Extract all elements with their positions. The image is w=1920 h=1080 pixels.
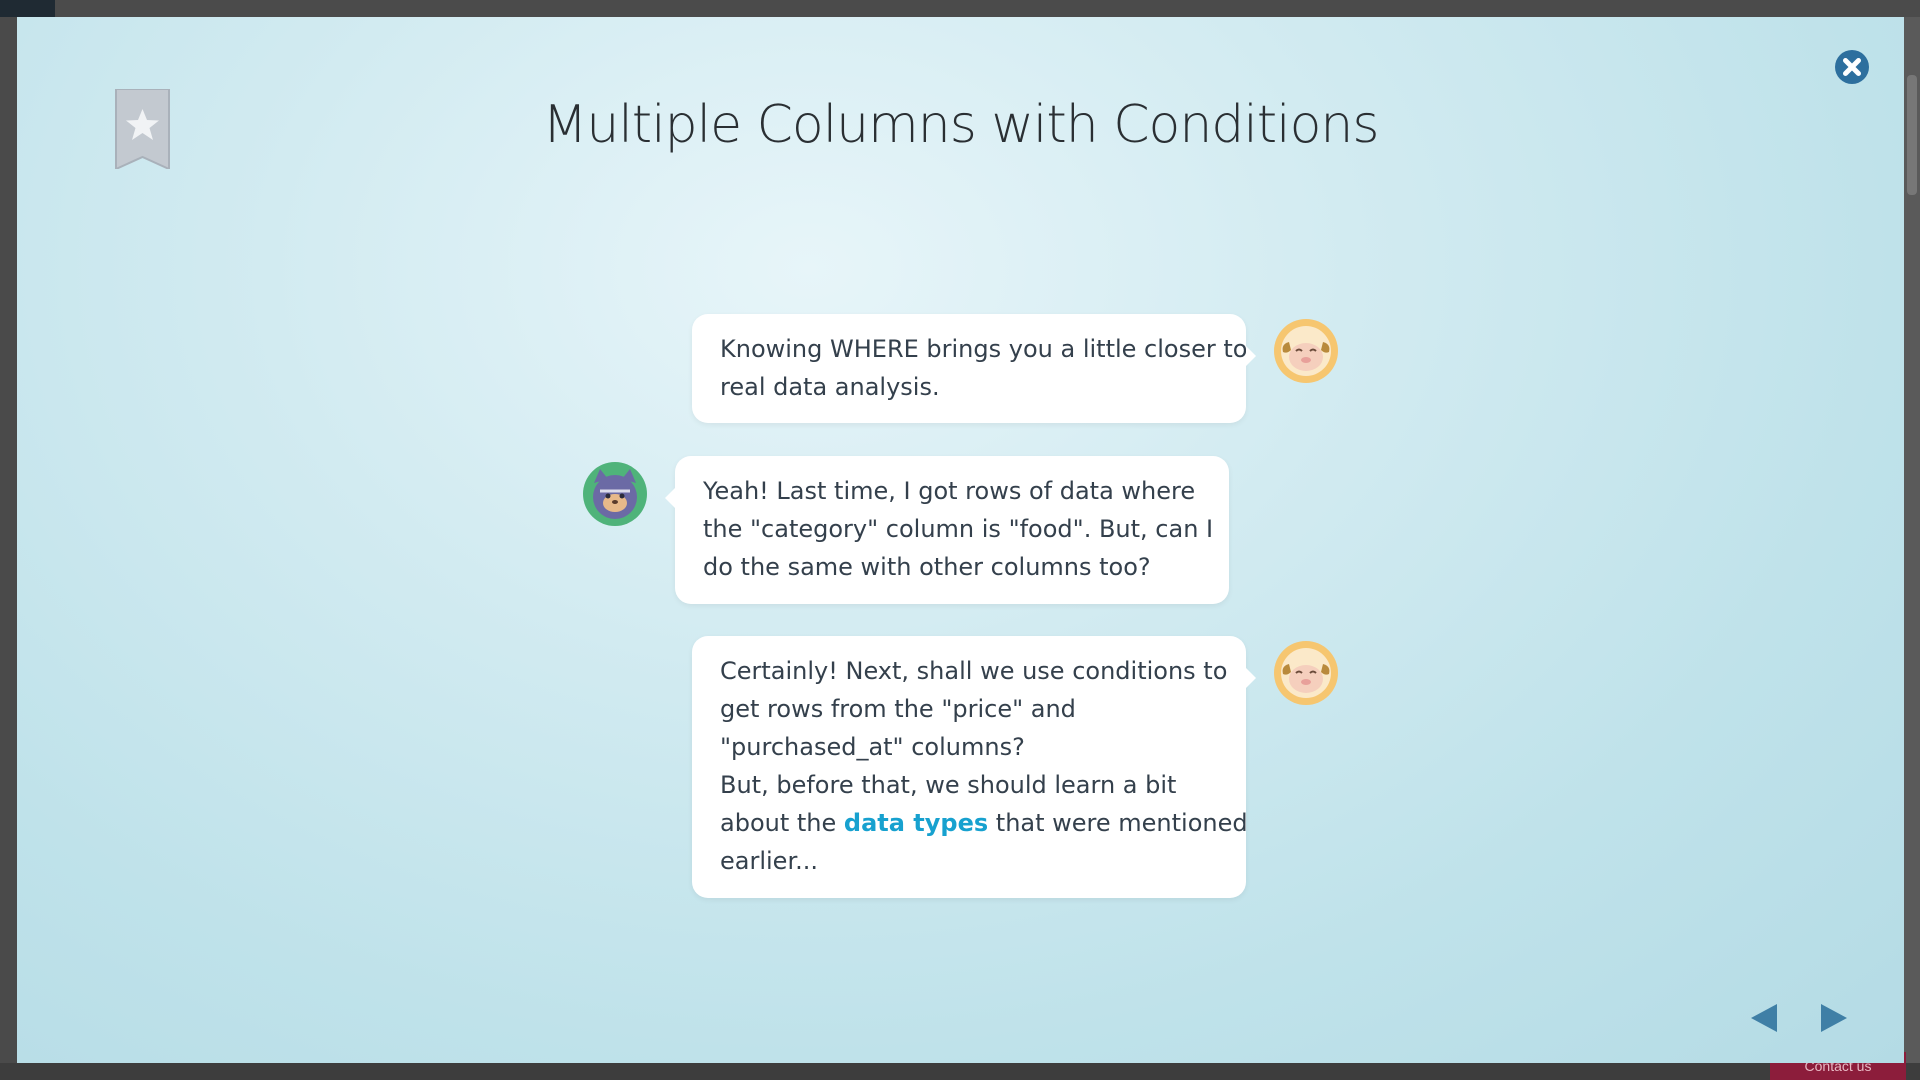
- message-line: earlier...: [720, 847, 818, 875]
- message-line: "purchased_at" columns?: [720, 733, 1025, 761]
- message-line: Yeah! Last time, I got rows of data wher…: [703, 477, 1196, 505]
- slide-modal: Multiple Columns with Conditions Knowing…: [17, 17, 1904, 1063]
- background-logo: [0, 0, 55, 17]
- message-line: the "category" column is "food". But, ca…: [703, 515, 1214, 543]
- page-scrollbar-thumb[interactable]: [1907, 75, 1917, 195]
- cat-avatar: [583, 462, 647, 526]
- data-types-link[interactable]: data types: [844, 809, 988, 837]
- message-line: real data analysis.: [720, 373, 940, 401]
- background-bottom-bar: [0, 1063, 1920, 1080]
- message-text: about the: [720, 809, 844, 837]
- background-top-bar: [0, 0, 1920, 17]
- chat-bubble-sheep-1: Knowing WHERE brings you a little closer…: [692, 314, 1256, 423]
- message-line: Certainly! Next, shall we use conditions…: [720, 657, 1228, 685]
- next-arrow-icon[interactable]: [1819, 1002, 1849, 1034]
- message-line: Knowing WHERE brings you a little closer…: [720, 335, 1248, 363]
- prev-arrow-icon[interactable]: [1749, 1002, 1779, 1034]
- message-text: that were mentioned: [988, 809, 1248, 837]
- message-line: do the same with other columns too?: [703, 553, 1151, 581]
- message-line: about the data types that were mentioned: [720, 804, 1248, 842]
- close-icon[interactable]: [1834, 49, 1870, 85]
- sheep-avatar: [1274, 641, 1338, 705]
- message-line: But, before that, we should learn a bit: [720, 771, 1177, 799]
- page-title: Multiple Columns with Conditions: [542, 95, 1380, 155]
- chat-bubble-sheep-2: Certainly! Next, shall we use conditions…: [692, 636, 1256, 898]
- sheep-avatar: [1274, 319, 1338, 383]
- chat-bubble-cat: Yeah! Last time, I got rows of data wher…: [665, 456, 1229, 604]
- message-line: get rows from the "price" and: [720, 695, 1076, 723]
